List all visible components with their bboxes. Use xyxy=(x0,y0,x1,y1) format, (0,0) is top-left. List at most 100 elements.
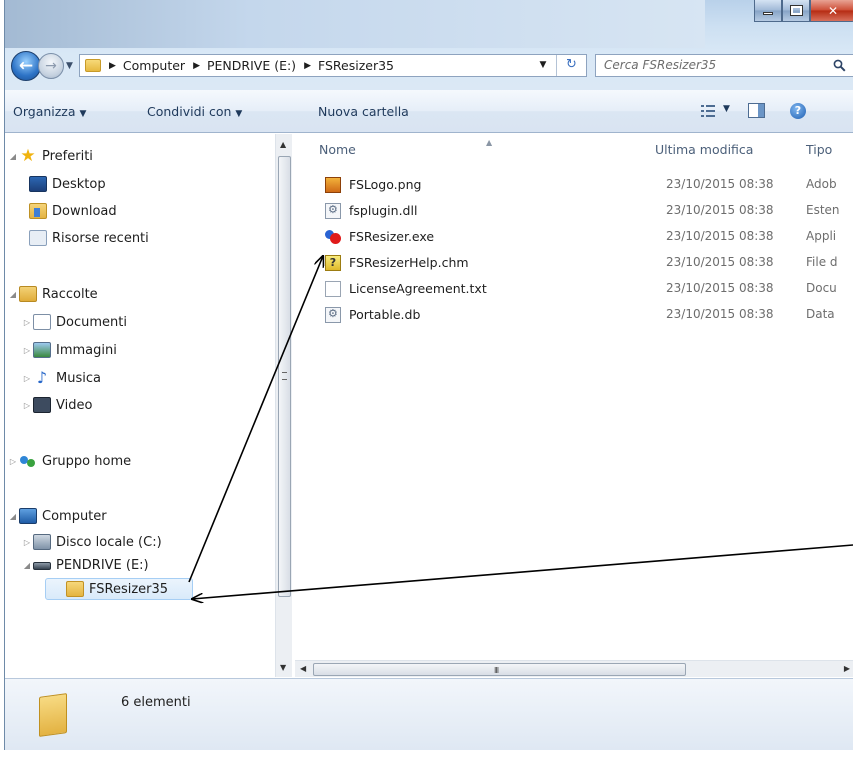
address-bar[interactable]: ▶ Computer ▶ PENDRIVE (E:) ▶ FSResizer35… xyxy=(79,54,587,77)
star-icon: ★ xyxy=(20,146,36,166)
collapse-arrow-icon[interactable]: ◢ xyxy=(7,512,19,521)
recent-pages-dropdown[interactable]: ▼ xyxy=(66,61,76,71)
organize-menu[interactable]: Organizza ▼ xyxy=(13,104,86,119)
nav-item-homegroup[interactable]: ▷ Gruppo home xyxy=(7,453,131,469)
command-bar: Organizza ▼ Condividi con ▼ Nuova cartella… xyxy=(5,90,853,133)
nav-item-desktop[interactable]: Desktop xyxy=(29,176,106,192)
nav-item-fsresizer35[interactable]: FSResizer35 xyxy=(45,578,194,600)
item-count: 6 elementi xyxy=(121,695,191,710)
nav-item-favorites[interactable]: ◢ ★ Preferiti xyxy=(7,146,93,166)
file-name: fsplugin.dll xyxy=(349,203,418,218)
scroll-right-icon[interactable]: ▶ xyxy=(844,664,850,673)
file-name: FSResizerHelp.chm xyxy=(349,255,469,270)
recent-places-icon xyxy=(29,230,47,246)
file-list-scrollbar[interactable]: ◀ III ▶ xyxy=(295,660,853,677)
breadcrumb-separator-icon[interactable]: ▶ xyxy=(193,61,200,71)
expand-arrow-icon[interactable]: ▷ xyxy=(21,538,33,547)
nav-item-download[interactable]: Download xyxy=(29,203,117,219)
nav-item-images[interactable]: ▷ Immagini xyxy=(21,342,117,358)
libraries-icon xyxy=(19,286,37,302)
sort-ascending-icon: ▲ xyxy=(486,138,493,147)
new-folder-button[interactable]: Nuova cartella xyxy=(318,104,409,119)
file-date: 23/10/2015 08:38 xyxy=(666,307,774,321)
breadcrumb-computer[interactable]: Computer xyxy=(123,58,185,73)
search-placeholder: Cerca FSResizer35 xyxy=(604,58,717,72)
nav-item-pendrive[interactable]: ◢ PENDRIVE (E:) xyxy=(21,558,149,573)
maximize-button[interactable] xyxy=(782,0,810,22)
column-header-name[interactable]: Nome xyxy=(319,142,356,157)
breadcrumb-separator-icon[interactable]: ▶ xyxy=(109,61,116,71)
nav-item-libraries[interactable]: ◢ Raccolte xyxy=(7,286,98,302)
scroll-up-icon[interactable]: ▲ xyxy=(280,140,286,149)
back-button[interactable]: ← xyxy=(11,51,41,81)
expand-arrow-icon[interactable]: ▷ xyxy=(21,346,33,355)
help-file-icon: ? xyxy=(325,255,341,271)
scrollbar-thumb[interactable]: III xyxy=(313,663,686,676)
expand-arrow-icon[interactable]: ▷ xyxy=(21,401,33,410)
column-header-modified[interactable]: Ultima modifica xyxy=(655,142,753,157)
file-row[interactable]: FSLogo.png 23/10/2015 08:38 Adob xyxy=(295,172,853,198)
file-row[interactable]: Portable.db 23/10/2015 08:38 Data xyxy=(295,302,853,328)
file-name: Portable.db xyxy=(349,307,421,322)
refresh-button[interactable]: ↻ xyxy=(556,55,586,76)
file-type: File d xyxy=(806,255,838,269)
nav-item-computer[interactable]: ◢ Computer xyxy=(7,508,107,524)
file-row[interactable]: ? FSResizerHelp.chm 23/10/2015 08:38 Fil… xyxy=(295,250,853,276)
share-menu[interactable]: Condividi con ▼ xyxy=(147,104,242,119)
search-icon[interactable] xyxy=(833,59,846,72)
view-options-icon[interactable] xyxy=(701,105,715,117)
collapse-arrow-icon[interactable]: ◢ xyxy=(7,290,19,299)
preview-pane-icon[interactable] xyxy=(748,103,765,118)
text-file-icon xyxy=(325,281,341,297)
chevron-down-icon: ▼ xyxy=(79,109,87,119)
nav-item-documents[interactable]: ▷ Documenti xyxy=(21,314,127,330)
column-header-type[interactable]: Tipo xyxy=(806,142,832,157)
scroll-down-icon[interactable]: ▼ xyxy=(280,663,286,672)
title-bar: ✕ ← → ▼ ▶ Computer ▶ PENDRIVE (E:) ▶ FSR… xyxy=(5,0,853,90)
file-row[interactable]: FSResizer.exe 23/10/2015 08:38 Appli xyxy=(295,224,853,250)
folder-icon xyxy=(66,581,84,597)
address-dropdown-icon[interactable]: ▼ xyxy=(534,55,552,76)
exe-app-icon xyxy=(325,229,341,245)
scrollbar-grip: III xyxy=(494,666,499,675)
file-row[interactable]: fsplugin.dll 23/10/2015 08:38 Esten xyxy=(295,198,853,224)
nav-pane-scrollbar[interactable]: ▲ ▼ xyxy=(275,134,292,677)
file-name: FSLogo.png xyxy=(349,177,422,192)
help-icon[interactable]: ? xyxy=(790,103,806,119)
search-input[interactable]: Cerca FSResizer35 xyxy=(595,54,853,77)
breadcrumb-separator-icon[interactable]: ▶ xyxy=(304,61,311,71)
expand-arrow-icon[interactable]: ▷ xyxy=(7,457,19,466)
close-button[interactable]: ✕ xyxy=(810,0,853,22)
scrollbar-thumb[interactable] xyxy=(278,156,291,597)
chevron-down-icon: ▼ xyxy=(235,109,243,119)
expand-arrow-icon[interactable]: ▷ xyxy=(21,318,33,327)
usb-drive-icon xyxy=(33,561,51,570)
computer-icon xyxy=(19,508,37,524)
video-icon xyxy=(33,397,51,413)
forward-button[interactable]: → xyxy=(38,53,64,79)
folder-icon xyxy=(39,693,67,737)
hard-disk-icon xyxy=(33,534,51,550)
nav-item-recent[interactable]: Risorse recenti xyxy=(29,230,149,246)
db-file-icon xyxy=(325,307,341,323)
nav-item-music[interactable]: ▷ ♪ Musica xyxy=(21,370,101,386)
png-file-icon xyxy=(325,177,341,193)
pictures-icon xyxy=(33,342,51,358)
file-row[interactable]: LicenseAgreement.txt 23/10/2015 08:38 Do… xyxy=(295,276,853,302)
breadcrumb-pendrive[interactable]: PENDRIVE (E:) xyxy=(207,58,296,73)
expand-arrow-icon[interactable]: ▷ xyxy=(21,374,33,383)
music-note-icon: ♪ xyxy=(36,368,48,387)
nav-item-video[interactable]: ▷ Video xyxy=(21,397,92,413)
breadcrumb-current-folder[interactable]: FSResizer35 xyxy=(318,58,394,73)
collapse-arrow-icon[interactable]: ◢ xyxy=(21,561,33,570)
minimize-button[interactable] xyxy=(754,0,782,22)
file-date: 23/10/2015 08:38 xyxy=(666,255,774,269)
file-name: LicenseAgreement.txt xyxy=(349,281,487,296)
file-name: FSResizer.exe xyxy=(349,229,435,244)
nav-item-local-disk[interactable]: ▷ Disco locale (C:) xyxy=(21,534,162,550)
view-dropdown-icon[interactable]: ▼ xyxy=(723,104,730,114)
file-type: Docu xyxy=(806,281,837,295)
scroll-left-icon[interactable]: ◀ xyxy=(300,664,306,673)
back-arrow-icon: ← xyxy=(18,56,34,76)
collapse-arrow-icon[interactable]: ◢ xyxy=(7,152,19,161)
